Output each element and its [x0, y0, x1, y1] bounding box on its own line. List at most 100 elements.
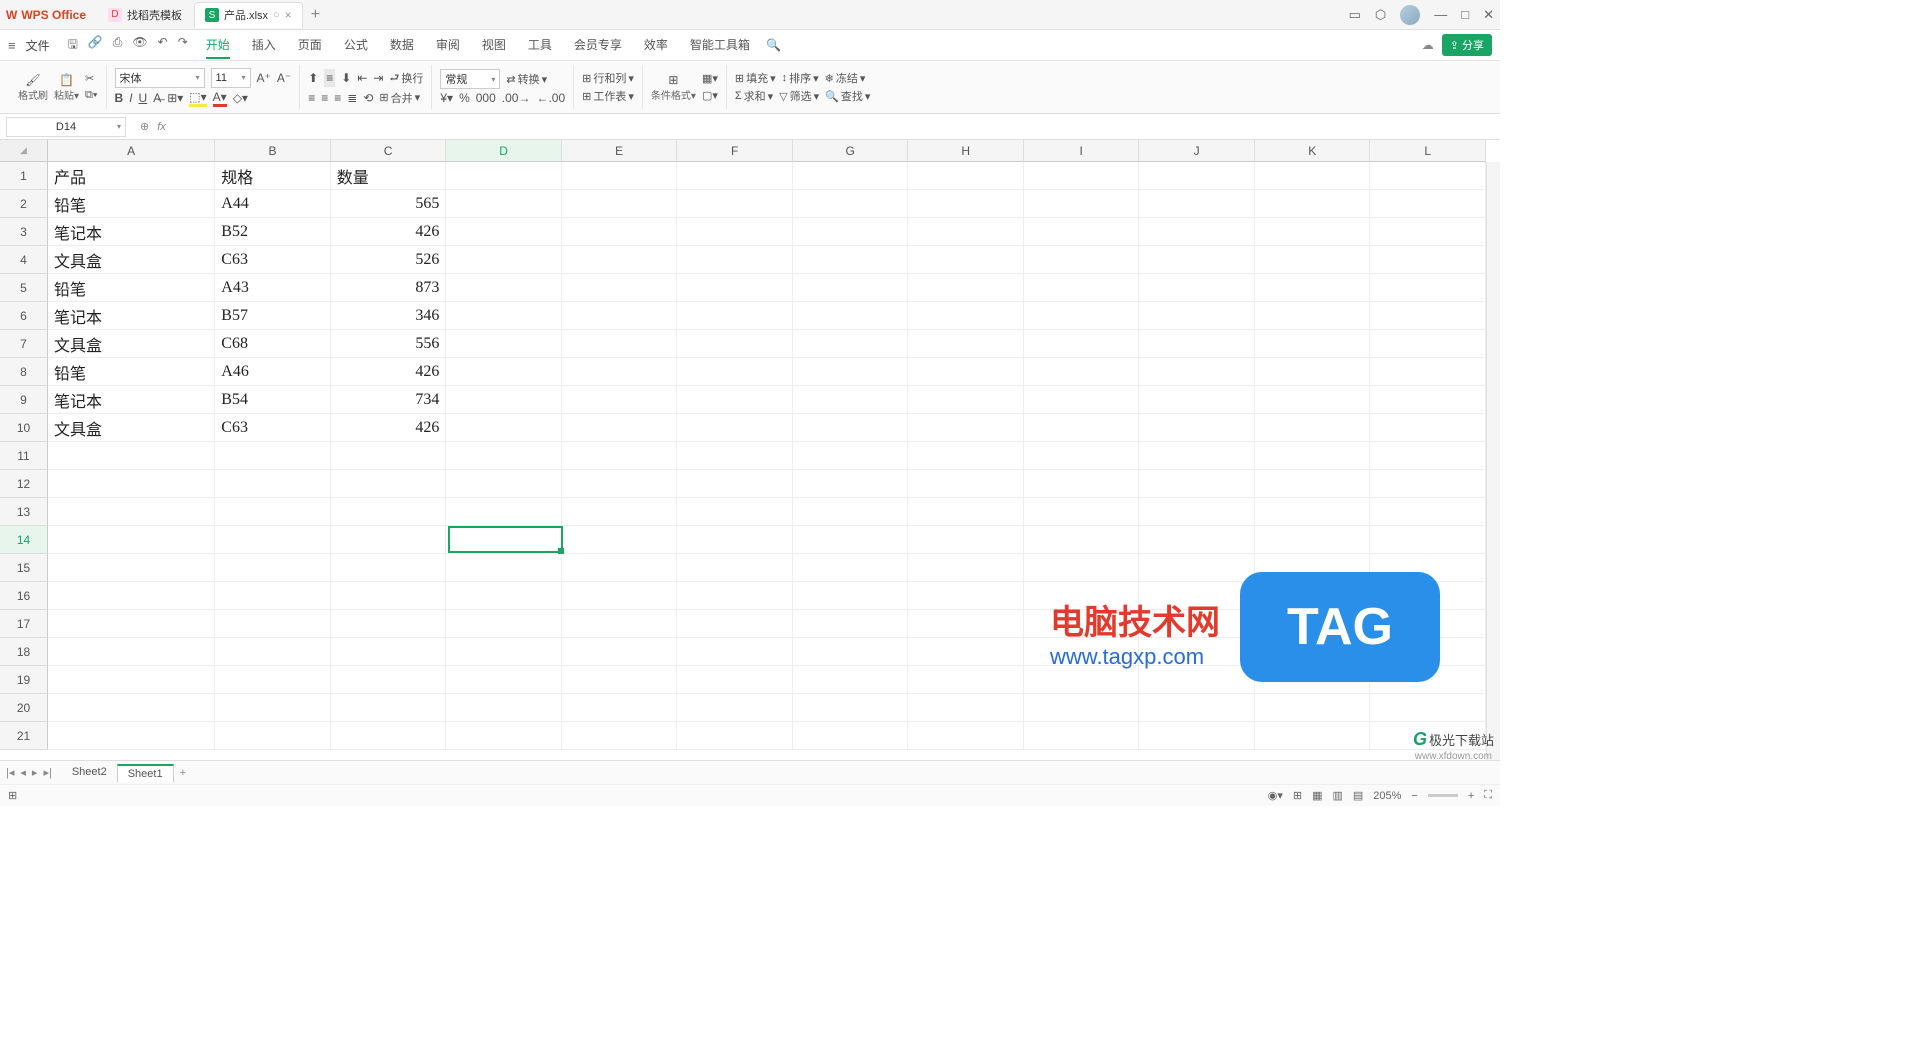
cell-A17[interactable] — [48, 610, 215, 638]
fullscreen-icon[interactable]: ⛶ — [1484, 789, 1492, 802]
print-preview-icon[interactable]: 👁 — [132, 35, 147, 56]
view-normal-icon[interactable]: ▦ — [1312, 789, 1322, 802]
cell-C1[interactable]: 数量 — [331, 162, 447, 190]
cell-L5[interactable] — [1370, 274, 1486, 302]
file-menu[interactable]: 文件 — [26, 37, 50, 54]
cell-H18[interactable] — [908, 638, 1024, 666]
cell-H20[interactable] — [908, 694, 1024, 722]
cell-C14[interactable] — [331, 526, 447, 554]
cell-B4[interactable]: C63 — [215, 246, 331, 274]
cell-A8[interactable]: 铅笔 — [48, 358, 215, 386]
add-sheet-button[interactable]: + — [180, 767, 186, 779]
cell-L1[interactable] — [1370, 162, 1486, 190]
cell-E6[interactable] — [562, 302, 678, 330]
cell-D18[interactable] — [446, 638, 562, 666]
cell-E7[interactable] — [562, 330, 678, 358]
cell-J12[interactable] — [1139, 470, 1255, 498]
cell-A1[interactable]: 产品 — [48, 162, 215, 190]
cell-I8[interactable] — [1024, 358, 1140, 386]
comma-icon[interactable]: 000 — [476, 91, 496, 105]
align-middle-icon[interactable]: ≡ — [324, 69, 335, 87]
indent-increase-icon[interactable]: ⇥ — [373, 71, 383, 85]
cell-A9[interactable]: 笔记本 — [48, 386, 215, 414]
cell-E5[interactable] — [562, 274, 678, 302]
cell-B10[interactable]: C63 — [215, 414, 331, 442]
ribbon-tab-审阅[interactable]: 审阅 — [436, 32, 460, 59]
cell-L3[interactable] — [1370, 218, 1486, 246]
merge-button[interactable]: ⊞ 合并▾ — [379, 90, 420, 106]
cell-D15[interactable] — [446, 554, 562, 582]
cell-E3[interactable] — [562, 218, 678, 246]
row-header-1[interactable]: 1 — [0, 162, 48, 190]
cell-E17[interactable] — [562, 610, 678, 638]
row-header-19[interactable]: 19 — [0, 666, 48, 694]
cell-C3[interactable]: 426 — [331, 218, 447, 246]
orientation-icon[interactable]: ⟲ — [363, 91, 373, 105]
col-header-I[interactable]: I — [1024, 140, 1140, 162]
row-header-3[interactable]: 3 — [0, 218, 48, 246]
decrease-font-icon[interactable]: A⁻ — [277, 71, 291, 85]
row-header-2[interactable]: 2 — [0, 190, 48, 218]
cell-B11[interactable] — [215, 442, 331, 470]
align-bottom-icon[interactable]: ⬇ — [341, 71, 351, 85]
cell-F9[interactable] — [677, 386, 793, 414]
cut-icon[interactable]: ✂ — [85, 72, 97, 85]
ribbon-tab-数据[interactable]: 数据 — [390, 32, 414, 59]
vertical-scrollbar[interactable] — [1486, 162, 1500, 760]
status-mode-icon[interactable]: ⊞ — [8, 789, 17, 802]
cell-G16[interactable] — [793, 582, 909, 610]
cell-I2[interactable] — [1024, 190, 1140, 218]
cell-J1[interactable] — [1139, 162, 1255, 190]
cell-G10[interactable] — [793, 414, 909, 442]
cell-C4[interactable]: 526 — [331, 246, 447, 274]
cell-style-icon[interactable]: ▢▾ — [702, 89, 718, 102]
redo-icon[interactable]: ↷ — [178, 35, 188, 56]
cell-A6[interactable]: 笔记本 — [48, 302, 215, 330]
cell-C15[interactable] — [331, 554, 447, 582]
sheet-last-icon[interactable]: ▸| — [43, 766, 51, 779]
cell-I9[interactable] — [1024, 386, 1140, 414]
cell-K21[interactable] — [1255, 722, 1371, 750]
italic-icon[interactable]: I — [129, 91, 132, 105]
fill-color-icon[interactable]: ⬚▾ — [189, 90, 206, 107]
row-header-10[interactable]: 10 — [0, 414, 48, 442]
cell-C16[interactable] — [331, 582, 447, 610]
rowcol-button[interactable]: ⊞ 行和列▾ — [582, 70, 634, 86]
cell-E18[interactable] — [562, 638, 678, 666]
cell-C12[interactable] — [331, 470, 447, 498]
user-avatar[interactable] — [1400, 5, 1420, 25]
cell-B18[interactable] — [215, 638, 331, 666]
cell-F7[interactable] — [677, 330, 793, 358]
cell-G11[interactable] — [793, 442, 909, 470]
bold-icon[interactable]: B — [115, 91, 124, 105]
cell-I7[interactable] — [1024, 330, 1140, 358]
decrease-decimal-icon[interactable]: ←.00 — [536, 91, 565, 105]
ribbon-tab-工具[interactable]: 工具 — [528, 32, 552, 59]
cell-K6[interactable] — [1255, 302, 1371, 330]
cell-F5[interactable] — [677, 274, 793, 302]
cell-H14[interactable] — [908, 526, 1024, 554]
cell-F6[interactable] — [677, 302, 793, 330]
cell-F1[interactable] — [677, 162, 793, 190]
cell-E15[interactable] — [562, 554, 678, 582]
sheet-prev-icon[interactable]: ◂ — [20, 766, 26, 779]
freeze-button[interactable]: ❄ 冻结▾ — [825, 70, 866, 86]
row-header-17[interactable]: 17 — [0, 610, 48, 638]
cell-D20[interactable] — [446, 694, 562, 722]
cell-F17[interactable] — [677, 610, 793, 638]
row-header-12[interactable]: 12 — [0, 470, 48, 498]
cell-G1[interactable] — [793, 162, 909, 190]
col-header-H[interactable]: H — [908, 140, 1024, 162]
cell-E9[interactable] — [562, 386, 678, 414]
zoom-in-icon[interactable]: + — [1468, 790, 1474, 802]
cell-I14[interactable] — [1024, 526, 1140, 554]
cell-I5[interactable] — [1024, 274, 1140, 302]
doc-tab-template[interactable]: D 找稻壳模板 — [98, 2, 192, 28]
fill-button[interactable]: ⊞ 填充▾ — [735, 70, 776, 86]
cell-H8[interactable] — [908, 358, 1024, 386]
cell-C11[interactable] — [331, 442, 447, 470]
wrap-text-button[interactable]: ⮐ 换行 — [389, 69, 423, 88]
cell-C9[interactable]: 734 — [331, 386, 447, 414]
row-header-16[interactable]: 16 — [0, 582, 48, 610]
cell-H16[interactable] — [908, 582, 1024, 610]
